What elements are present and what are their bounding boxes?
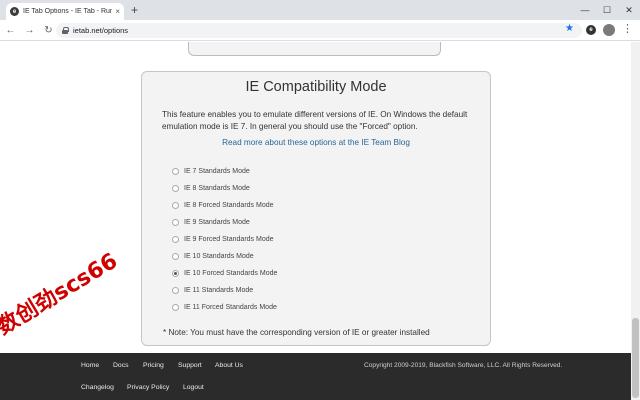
reload-icon[interactable]: ↻ <box>40 22 57 39</box>
tab-close-icon[interactable]: × <box>115 7 120 16</box>
compatibility-option[interactable]: IE 8 Standards Mode <box>172 180 277 197</box>
ie-tab-extension-icon[interactable]: e <box>586 25 596 35</box>
maximize-icon[interactable]: ☐ <box>596 0 618 20</box>
compatibility-option[interactable]: IE 10 Forced Standards Mode <box>172 265 277 282</box>
profile-avatar-icon[interactable] <box>603 24 615 36</box>
compatibility-option[interactable]: IE 9 Forced Standards Mode <box>172 231 277 248</box>
option-label: IE 8 Forced Standards Mode <box>184 202 274 209</box>
panel-description: This feature enables you to emulate diff… <box>162 110 468 131</box>
option-label: IE 7 Standards Mode <box>184 168 250 175</box>
ie-tab-favicon-icon: e <box>10 7 19 16</box>
minimize-icon[interactable]: — <box>574 0 596 20</box>
browser-tabstrip: e IE Tab Options - IE Tab - Run Inter...… <box>0 0 640 20</box>
compatibility-option[interactable]: IE 8 Forced Standards Mode <box>172 197 277 214</box>
radio-button[interactable] <box>172 168 179 175</box>
option-label: IE 11 Standards Mode <box>184 287 254 294</box>
compatibility-mode-options: IE 7 Standards Mode IE 8 Standards Mode IE… <box>172 163 277 316</box>
option-label: IE 9 Standards Mode <box>184 219 250 226</box>
compatibility-option[interactable]: IE 11 Forced Standards Mode <box>172 299 277 316</box>
footer-link-home[interactable]: Home <box>81 362 99 369</box>
ie-compatibility-panel: IE Compatibility Mode This feature enabl… <box>141 71 491 346</box>
radio-button[interactable] <box>172 270 179 277</box>
page-viewport: IE Compatibility Mode This feature enabl… <box>0 42 631 400</box>
window-controls: — ☐ ✕ <box>574 0 640 20</box>
forward-arrow-icon[interactable]: → <box>21 22 38 39</box>
panel-note: * Note: You must have the corresponding … <box>163 328 430 337</box>
footer-link-privacy-policy[interactable]: Privacy Policy <box>127 384 169 391</box>
compatibility-option[interactable]: IE 11 Standards Mode <box>172 282 277 299</box>
site-footer: Home Docs Pricing Support About Us Chang… <box>0 353 631 400</box>
radio-button[interactable] <box>172 304 179 311</box>
radio-button[interactable] <box>172 287 179 294</box>
footer-link-pricing[interactable]: Pricing <box>143 362 164 369</box>
new-tab-plus-icon[interactable]: + <box>131 4 138 16</box>
previous-section-panel <box>188 42 441 56</box>
tab-title: IE Tab Options - IE Tab - Run Inter... <box>23 8 113 15</box>
bookmark-star-icon[interactable]: ★ <box>565 23 574 34</box>
radio-button[interactable] <box>172 236 179 243</box>
compatibility-option[interactable]: IE 10 Standards Mode <box>172 248 277 265</box>
footer-link-about-us[interactable]: About Us <box>215 362 243 369</box>
window-close-icon[interactable]: ✕ <box>618 0 640 20</box>
footer-link-docs[interactable]: Docs <box>113 362 129 369</box>
lock-icon[interactable] <box>62 27 69 34</box>
radio-button[interactable] <box>172 185 179 192</box>
compatibility-option[interactable]: IE 9 Standards Mode <box>172 214 277 231</box>
option-label: IE 9 Forced Standards Mode <box>184 236 274 243</box>
browser-tab[interactable]: e IE Tab Options - IE Tab - Run Inter...… <box>6 3 124 20</box>
footer-link-logout[interactable]: Logout <box>183 384 204 391</box>
radio-button[interactable] <box>172 219 179 226</box>
panel-title: IE Compatibility Mode <box>245 79 387 95</box>
radio-button[interactable] <box>172 202 179 209</box>
radio-button[interactable] <box>172 253 179 260</box>
compatibility-option[interactable]: IE 7 Standards Mode <box>172 163 277 180</box>
ie-team-blog-link[interactable]: Read more about these options at the IE … <box>142 138 490 147</box>
page-scrollbar[interactable] <box>631 42 640 400</box>
footer-link-support[interactable]: Support <box>178 362 202 369</box>
scrollbar-thumb[interactable] <box>632 318 639 398</box>
option-label: IE 10 Standards Mode <box>184 253 254 260</box>
browser-menu-icon[interactable]: ⋮ <box>622 22 633 36</box>
watermark-text: 数创劲scs66 <box>0 248 122 341</box>
address-bar[interactable]: ietab.net/options <box>56 23 582 38</box>
url-text[interactable]: ietab.net/options <box>73 26 128 35</box>
option-label: IE 8 Standards Mode <box>184 185 250 192</box>
back-arrow-icon[interactable]: ← <box>2 22 19 39</box>
footer-link-changelog[interactable]: Changelog <box>81 384 114 391</box>
option-label: IE 10 Forced Standards Mode <box>184 270 278 277</box>
option-label: IE 11 Forced Standards Mode <box>184 304 277 311</box>
footer-copyright: Copyright 2009-2019, Blackfish Software,… <box>364 362 563 369</box>
